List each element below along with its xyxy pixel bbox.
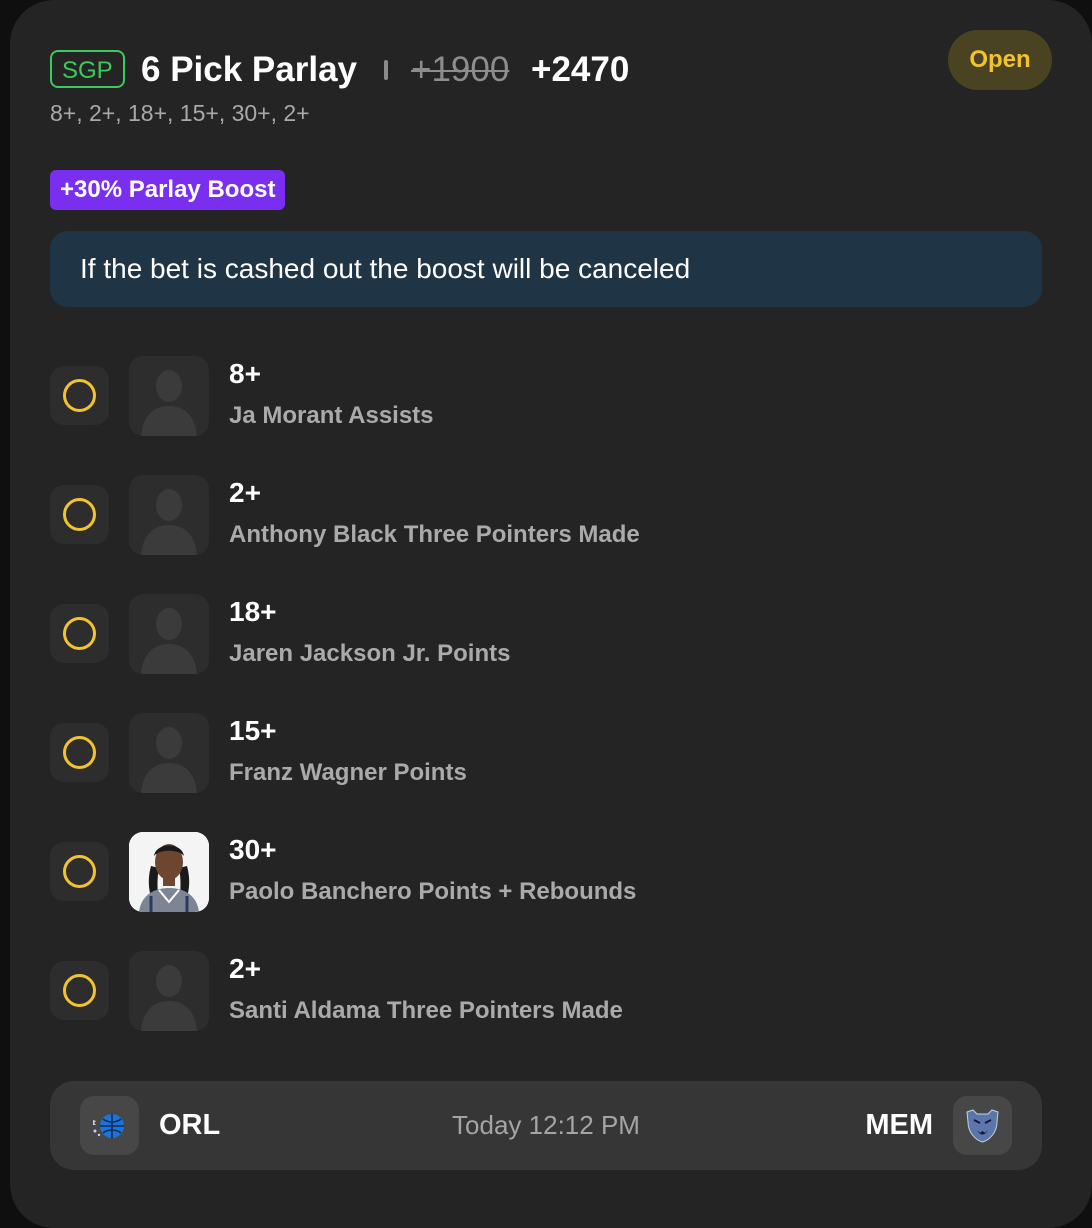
leg-line: 15+ — [229, 715, 277, 746]
leg-row[interactable]: 2+ Santi Aldama Three Pointers Made — [50, 951, 1042, 1031]
player-photo — [129, 832, 209, 912]
leg-row[interactable]: 18+ Jaren Jackson Jr. Points — [50, 594, 1042, 674]
player-silhouette-icon — [129, 951, 209, 1031]
boosted-odds: +2470 — [531, 50, 630, 89]
original-odds: +1900 — [411, 50, 510, 89]
leg-line: 30+ — [229, 834, 277, 865]
leg-status — [50, 604, 109, 663]
pending-circle-icon — [63, 617, 96, 650]
leg-line: 2+ — [229, 477, 261, 508]
away-team: MEM — [865, 1109, 933, 1141]
pending-circle-icon — [63, 736, 96, 769]
player-silhouette-icon — [129, 356, 209, 436]
leg-line: 18+ — [229, 596, 277, 627]
leg-market: Paolo Banchero Points + Rebounds — [229, 878, 637, 905]
leg-status — [50, 723, 109, 782]
bet-title: 6 Pick Parlay — [141, 50, 357, 89]
leg-market: Jaren Jackson Jr. Points — [229, 640, 511, 667]
leg-market: Franz Wagner Points — [229, 759, 467, 786]
leg-market: Anthony Black Three Pointers Made — [229, 521, 640, 548]
grizzlies-logo-icon — [953, 1096, 1012, 1155]
bet-header: SGP 6 Pick Parlay +1900 +2470 Open 8+, 2… — [50, 30, 1052, 136]
pending-circle-icon — [63, 974, 96, 1007]
leg-row[interactable]: 15+ Franz Wagner Points — [50, 713, 1042, 793]
bet-card[interactable]: SGP 6 Pick Parlay +1900 +2470 Open 8+, 2… — [10, 0, 1092, 1228]
leg-line: 2+ — [229, 953, 261, 984]
leg-lines-summary: 8+, 2+, 18+, 15+, 30+, 2+ — [50, 100, 310, 126]
leg-status — [50, 485, 109, 544]
leg-row[interactable]: 30+ Paolo Banchero Points + Rebounds — [50, 832, 1042, 912]
pending-circle-icon — [63, 498, 96, 531]
status-badge: Open — [948, 30, 1052, 90]
player-silhouette-icon — [129, 713, 209, 793]
leg-row[interactable]: 2+ Anthony Black Three Pointers Made — [50, 475, 1042, 555]
leg-line: 8+ — [229, 358, 261, 389]
sgp-badge: SGP — [50, 50, 125, 88]
leg-status — [50, 961, 109, 1020]
parlay-boost-badge: +30% Parlay Boost — [50, 170, 286, 210]
pending-circle-icon — [63, 855, 96, 888]
leg-market: Santi Aldama Three Pointers Made — [229, 997, 623, 1024]
leg-row[interactable]: 8+ Ja Morant Assists — [50, 356, 1042, 436]
player-silhouette-icon — [129, 475, 209, 555]
player-silhouette-icon — [129, 594, 209, 674]
leg-market: Ja Morant Assists — [229, 402, 434, 429]
pending-circle-icon — [63, 379, 96, 412]
leg-status — [50, 366, 109, 425]
divider — [384, 60, 388, 80]
boost-cancel-notice: If the bet is cashed out the boost will … — [50, 231, 1042, 307]
game-info-bar[interactable]: ORL Today 12:12 PM MEM — [50, 1081, 1042, 1170]
leg-status — [50, 842, 109, 901]
